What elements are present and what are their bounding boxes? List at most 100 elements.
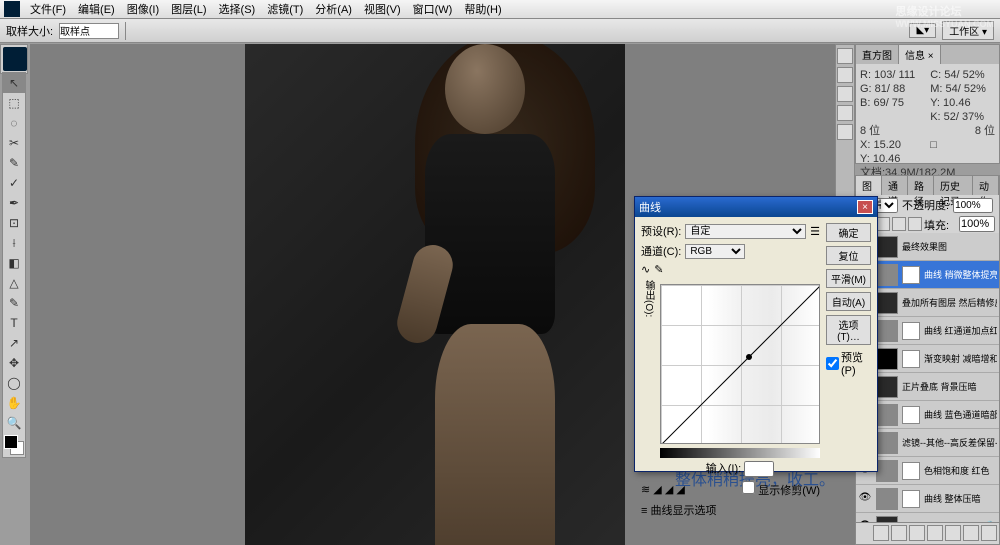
tab-history[interactable]: 历史记录: [934, 176, 973, 195]
menu-analysis[interactable]: 分析(A): [309, 1, 358, 17]
lock-all-icon[interactable]: [908, 217, 922, 231]
menu-select[interactable]: 选择(S): [213, 1, 262, 17]
new-layer-icon[interactable]: [963, 525, 979, 541]
layer-style-icon[interactable]: [891, 525, 907, 541]
stamp-tool[interactable]: ⊡: [3, 213, 25, 233]
layer-name: 最终效果图: [902, 240, 997, 253]
zoom-tool[interactable]: 🔍: [3, 413, 25, 433]
panel-icon[interactable]: [837, 105, 853, 121]
shape-tool[interactable]: ✥: [3, 353, 25, 373]
eyedropper-gray-icon[interactable]: ◢: [665, 484, 673, 496]
move-tool[interactable]: ↖: [3, 73, 25, 93]
layer-row[interactable]: 👁曲线 整体压暗: [856, 485, 999, 513]
smooth-button[interactable]: 平滑(M): [826, 269, 871, 288]
preview-checkbox[interactable]: 预览(P): [826, 349, 871, 377]
output-label: 输出(O):: [641, 280, 656, 477]
lock-pixels-icon[interactable]: [876, 217, 890, 231]
eyedropper-tool[interactable]: ✎: [3, 153, 25, 173]
menu-filter[interactable]: 滤镜(T): [261, 1, 309, 17]
layer-mask: [902, 350, 920, 368]
input-value[interactable]: [744, 461, 774, 477]
path-tool[interactable]: ↗: [3, 333, 25, 353]
opt-label: 取样大小:: [6, 23, 53, 39]
layer-name: 滤镜--其他--高反差保留--参…: [902, 436, 997, 449]
preset-menu-icon[interactable]: ☰: [810, 225, 820, 238]
group-icon[interactable]: [945, 525, 961, 541]
menu-image[interactable]: 图像(I): [121, 1, 165, 17]
tab-info[interactable]: 信息 ×: [899, 45, 941, 64]
eyedropper-black-icon[interactable]: ◢: [653, 484, 661, 496]
curves-plot[interactable]: [660, 284, 820, 444]
channel-select[interactable]: RGB: [685, 244, 745, 259]
auto-button[interactable]: 自动(A): [826, 292, 871, 311]
dialog-titlebar[interactable]: 曲线 ×: [635, 197, 877, 217]
tab-actions[interactable]: 动作: [973, 176, 999, 195]
ok-button[interactable]: 确定: [826, 223, 871, 242]
layer-thumb: [876, 404, 898, 426]
hand-tool[interactable]: ✋: [3, 393, 25, 413]
menu-file[interactable]: 文件(F): [24, 1, 72, 17]
crop-tool[interactable]: ✂: [3, 133, 25, 153]
menu-view[interactable]: 视图(V): [358, 1, 407, 17]
layer-thumb: [876, 264, 898, 286]
collapsed-panels[interactable]: [835, 44, 855, 204]
options-button[interactable]: 选项(T)…: [826, 315, 871, 345]
close-icon[interactable]: ×: [857, 200, 873, 214]
info-panel: 直方图 信息 × R: 103/ 111G: 81/ 88B: 69/ 75 C…: [855, 44, 1000, 164]
app-dock: [0, 44, 28, 74]
heal-tool[interactable]: ✓: [3, 173, 25, 193]
panel-icon[interactable]: [837, 86, 853, 102]
layer-mask-icon[interactable]: [909, 525, 925, 541]
notes-tool[interactable]: ◯: [3, 373, 25, 393]
app-icon: [4, 1, 20, 17]
layer-mask: [902, 406, 920, 424]
preset-select[interactable]: 自定: [685, 224, 806, 239]
opacity-input[interactable]: [953, 198, 993, 213]
separator: [125, 22, 126, 40]
layer-name: 曲线 红通道加点红: [924, 324, 997, 337]
tab-layers[interactable]: 图层: [856, 176, 882, 195]
color-swatch[interactable]: [4, 435, 24, 455]
layer-name: 曲线 稍微整体提亮: [924, 268, 997, 281]
layer-name: 曲线 整体压暗: [924, 492, 997, 505]
tab-paths[interactable]: 路径: [908, 176, 934, 195]
cancel-button[interactable]: 复位: [826, 246, 871, 265]
tab-histogram[interactable]: 直方图: [856, 45, 899, 64]
curve-point-icon[interactable]: ∿: [641, 263, 650, 276]
input-gradient: [660, 448, 820, 458]
gradient-tool[interactable]: △: [3, 273, 25, 293]
menu-edit[interactable]: 编辑(E): [72, 1, 121, 17]
eraser-tool[interactable]: ◧: [3, 253, 25, 273]
sample-size-select[interactable]: [59, 23, 119, 39]
lasso-tool[interactable]: ◌: [3, 113, 25, 133]
fill-input[interactable]: [959, 216, 995, 232]
menu-window[interactable]: 窗口(W): [407, 1, 459, 17]
history-brush-tool[interactable]: ⟊: [3, 233, 25, 253]
menu-layer[interactable]: 图层(L): [165, 1, 212, 17]
layer-thumb: [876, 348, 898, 370]
layer-thumb: [876, 460, 898, 482]
panel-icon[interactable]: [837, 67, 853, 83]
show-clipping-checkbox[interactable]: 显示修剪(W): [742, 481, 820, 498]
layer-row[interactable]: 👁背景🔒: [856, 513, 999, 522]
panel-icon[interactable]: [837, 124, 853, 140]
layer-mask: [902, 266, 920, 284]
adjustment-layer-icon[interactable]: [927, 525, 943, 541]
type-tool[interactable]: T: [3, 313, 25, 333]
eyedropper-white-icon[interactable]: ◢: [676, 484, 684, 496]
delete-layer-icon[interactable]: [981, 525, 997, 541]
info-tabs: 直方图 信息 ×: [856, 45, 999, 64]
menu-bar: 文件(F) 编辑(E) 图像(I) 图层(L) 选择(S) 滤镜(T) 分析(A…: [0, 0, 1000, 19]
brush-tool[interactable]: ✒: [3, 193, 25, 213]
marquee-tool[interactable]: ⬚: [3, 93, 25, 113]
panel-icon[interactable]: [837, 48, 853, 64]
pen-tool[interactable]: ✎: [3, 293, 25, 313]
lock-position-icon[interactable]: [892, 217, 906, 231]
tab-channels[interactable]: 通道: [882, 176, 908, 195]
dialog-title: 曲线: [639, 199, 661, 215]
document-canvas[interactable]: [245, 44, 625, 545]
curve-options-toggle[interactable]: ≡ 曲线显示选项: [641, 502, 716, 518]
curve-pencil-icon[interactable]: ✎: [654, 263, 663, 276]
ps-app-icon[interactable]: [3, 47, 27, 71]
menu-help[interactable]: 帮助(H): [458, 1, 507, 17]
